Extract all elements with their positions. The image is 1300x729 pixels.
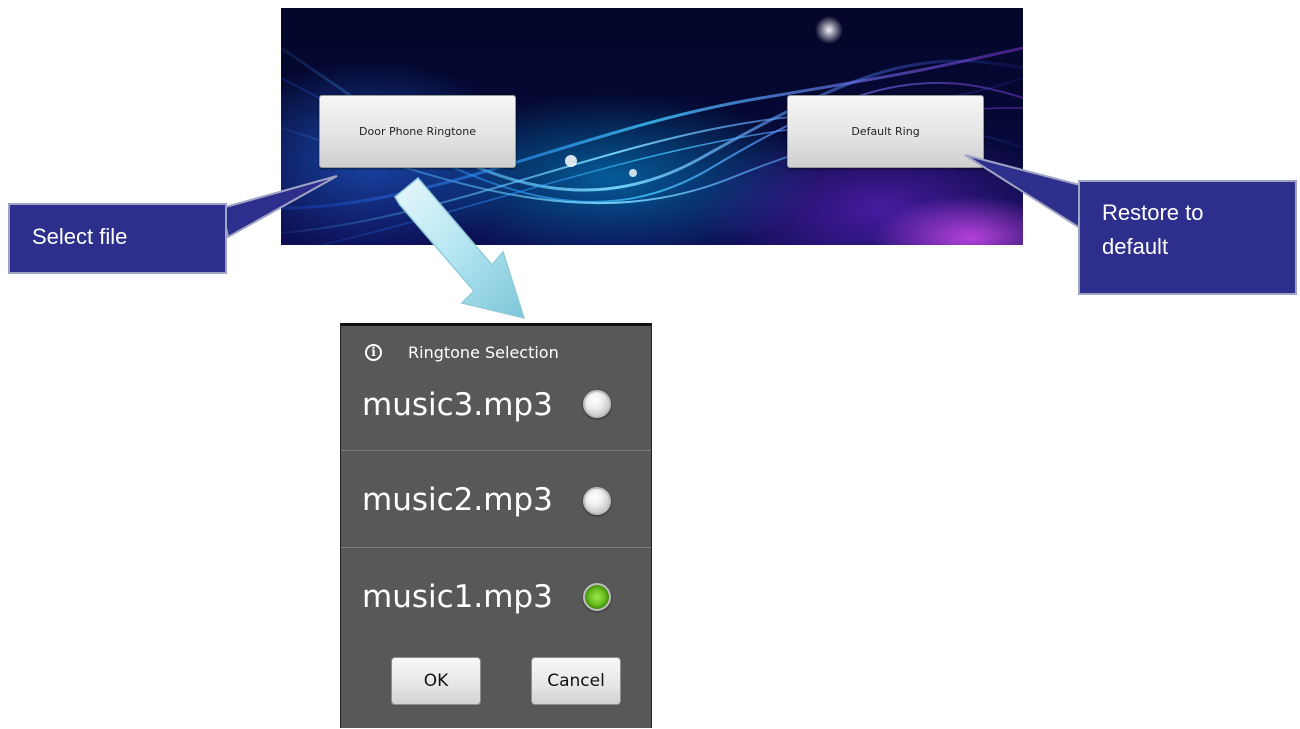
default-ring-button[interactable]: Default Ring: [787, 95, 984, 168]
ringtone-selection-dialog: i Ringtone Selection music3.mp3 music2.m…: [340, 323, 652, 728]
restore-default-callout: Restore to default: [1078, 180, 1297, 295]
restore-default-text-line1: Restore to: [1102, 200, 1204, 225]
select-file-callout: Select file: [8, 203, 227, 274]
ok-button[interactable]: OK: [391, 657, 481, 705]
ringtone-option-label: music1.mp3: [362, 579, 553, 615]
radio-button-checked[interactable]: [583, 583, 611, 611]
door-phone-ringtone-button[interactable]: Door Phone Ringtone: [319, 95, 516, 168]
ringtone-option-label: music2.mp3: [362, 482, 553, 518]
ringtone-option-label: music3.mp3: [362, 387, 553, 423]
ringtone-settings-screen: Door Phone Ringtone Default Ring: [281, 8, 1023, 245]
select-file-text: Select file: [32, 224, 128, 249]
ringtone-option-music1[interactable]: music1.mp3: [341, 549, 651, 645]
ringtone-option-music2[interactable]: music2.mp3: [341, 452, 651, 548]
dialog-title: Ringtone Selection: [408, 343, 559, 362]
radio-button-unchecked[interactable]: [583, 390, 611, 418]
info-icon: i: [365, 344, 382, 361]
cancel-button[interactable]: Cancel: [531, 657, 621, 705]
dialog-header: i Ringtone Selection: [341, 339, 651, 367]
radio-button-unchecked[interactable]: [583, 487, 611, 515]
divider: [341, 450, 651, 451]
ringtone-option-music3[interactable]: music3.mp3: [341, 371, 651, 451]
restore-default-text-line2: default: [1102, 234, 1169, 259]
divider: [341, 547, 651, 548]
